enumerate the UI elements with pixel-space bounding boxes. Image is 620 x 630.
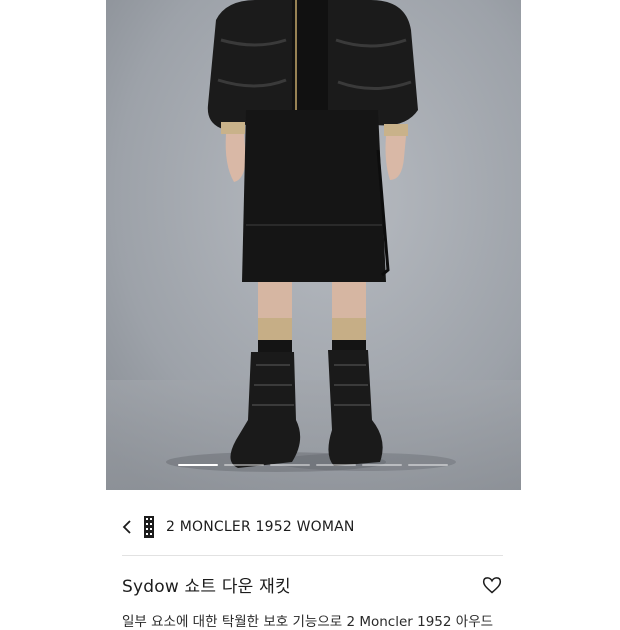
product-description: 일부 요소에 대한 탁월한 보호 기능으로 2 Moncler 1952 아우드 — [122, 614, 494, 630]
chevron-left-icon[interactable] — [122, 520, 134, 534]
heart-icon[interactable] — [482, 575, 502, 595]
carousel-dot-active[interactable] — [178, 464, 218, 466]
carousel-dot[interactable] — [362, 464, 402, 466]
product-image[interactable] — [106, 0, 521, 490]
moncler-genius-icon — [144, 516, 154, 538]
carousel-dot[interactable] — [316, 464, 356, 466]
collection-link[interactable]: 2 MONCLER 1952 WOMAN — [166, 519, 355, 535]
breadcrumb: 2 MONCLER 1952 WOMAN — [122, 514, 502, 540]
carousel-dot[interactable] — [408, 464, 448, 466]
carousel-indicators[interactable] — [178, 464, 448, 467]
carousel-dot[interactable] — [224, 464, 264, 466]
product-title: Sydow 쇼트 다운 재킷 — [122, 577, 291, 597]
carousel-dot[interactable] — [270, 464, 310, 466]
divider — [122, 555, 503, 556]
